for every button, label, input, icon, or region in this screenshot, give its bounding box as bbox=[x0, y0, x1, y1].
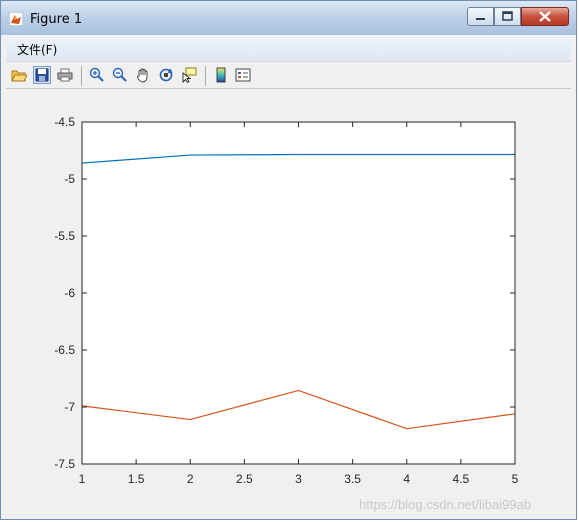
rotate-3d-button[interactable] bbox=[157, 66, 175, 84]
x-tick-label: 1 bbox=[79, 472, 86, 486]
open-folder-icon bbox=[11, 70, 27, 82]
x-tick-label: 4.5 bbox=[453, 472, 470, 486]
y-tick-label: -7.5 bbox=[54, 457, 75, 471]
axes-background bbox=[82, 122, 515, 464]
x-tick-label: 3.5 bbox=[344, 472, 361, 486]
zoom-in-icon bbox=[89, 67, 104, 82]
zoom-out-icon bbox=[112, 67, 127, 82]
print-icon bbox=[57, 68, 73, 82]
save-button[interactable] bbox=[33, 66, 51, 84]
y-tick-label: -4.5 bbox=[54, 115, 75, 129]
x-tick-label: 4 bbox=[403, 472, 410, 486]
zoom-out-button[interactable] bbox=[111, 66, 129, 84]
axes-plot[interactable]: 1 1.5 2 2.5 3 3.5 4 4.5 5 -4.5 -5 -5.5 -6 -6.5 -7 -7.5 bbox=[6, 89, 571, 514]
toolbar-separator bbox=[205, 66, 206, 86]
close-icon bbox=[539, 11, 551, 22]
legend-icon bbox=[235, 68, 251, 82]
matlab-logo-icon bbox=[9, 12, 23, 26]
rotate-3d-icon bbox=[159, 68, 173, 82]
figure-toolbar bbox=[6, 61, 571, 89]
figure-canvas: 1 1.5 2 2.5 3 3.5 4 4.5 5 -4.5 -5 -5.5 -6 -6.5 -7 -7.5 bbox=[6, 89, 571, 514]
save-icon bbox=[35, 68, 49, 82]
figure-window: Figure 1 文件(F) 1 1.5 2 2.5 3 3.5 4 4.5 5… bbox=[0, 0, 577, 520]
toolbar-separator bbox=[81, 66, 82, 86]
watermark-text: https://blog.csdn.net/libai99ab bbox=[359, 497, 532, 512]
pan-button[interactable] bbox=[134, 66, 152, 84]
legend-button[interactable] bbox=[234, 66, 252, 84]
colorbar-icon bbox=[216, 67, 226, 83]
title-bar[interactable]: Figure 1 bbox=[1, 1, 576, 35]
x-tick-label: 3 bbox=[295, 472, 302, 486]
print-button[interactable] bbox=[56, 66, 74, 84]
menu-file[interactable]: 文件(F) bbox=[17, 41, 57, 58]
data-cursor-icon bbox=[182, 67, 197, 83]
y-tick-label: -5.5 bbox=[54, 229, 75, 243]
data-cursor-button[interactable] bbox=[180, 66, 198, 84]
minimize-button[interactable] bbox=[467, 7, 494, 26]
maximize-button[interactable] bbox=[494, 7, 521, 26]
window-title: Figure 1 bbox=[30, 12, 83, 27]
menu-bar: 文件(F) bbox=[6, 35, 571, 61]
y-tick-label: -6.5 bbox=[54, 343, 75, 357]
open-button[interactable] bbox=[10, 66, 28, 84]
x-tick-label: 5 bbox=[512, 472, 519, 486]
x-tick-label: 2.5 bbox=[236, 472, 253, 486]
x-tick-label: 2 bbox=[187, 472, 194, 486]
minimize-icon bbox=[476, 18, 485, 20]
maximize-icon bbox=[502, 11, 513, 21]
colorbar-button[interactable] bbox=[212, 66, 230, 84]
zoom-in-button[interactable] bbox=[88, 66, 106, 84]
x-tick-label: 1.5 bbox=[128, 472, 145, 486]
y-tick-label: -6 bbox=[64, 286, 75, 300]
pan-hand-icon bbox=[137, 68, 148, 83]
y-tick-label: -7 bbox=[64, 400, 75, 414]
y-tick-label: -5 bbox=[64, 172, 75, 186]
close-button[interactable] bbox=[521, 7, 569, 26]
